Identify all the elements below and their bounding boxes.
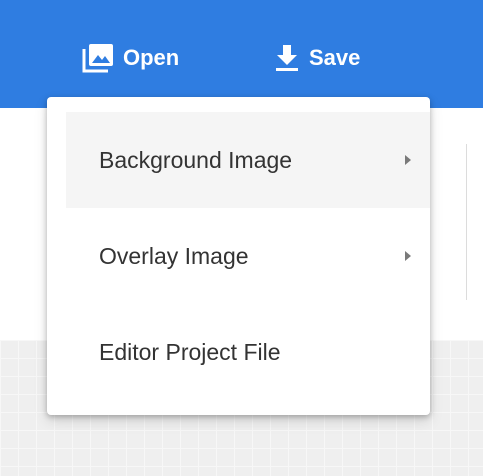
open-button-label: Open <box>123 45 180 70</box>
menu-item-editor-project-file[interactable]: Editor Project File <box>66 304 430 400</box>
menu-item-label: Background Image <box>99 146 293 173</box>
panel-divider <box>466 144 467 300</box>
menu-item-label: Overlay Image <box>99 242 249 269</box>
save-button-label: Save <box>309 45 361 70</box>
top-toolbar: Open Save <box>0 0 483 108</box>
menu-item-background-image[interactable]: Background Image <box>66 112 430 208</box>
image-icon <box>82 44 113 73</box>
download-icon <box>276 45 298 71</box>
open-dropdown-menu: Background Image Overlay Image Editor Pr… <box>47 97 430 415</box>
menu-item-overlay-image[interactable]: Overlay Image <box>66 208 430 304</box>
caret-right-icon <box>405 251 411 261</box>
save-button[interactable]: Save <box>274 36 360 80</box>
app-window: Open Save Background Image Overlay Image <box>0 0 483 476</box>
caret-right-icon <box>405 155 411 165</box>
open-button[interactable]: Open <box>82 36 179 80</box>
menu-item-label: Editor Project File <box>99 338 281 365</box>
